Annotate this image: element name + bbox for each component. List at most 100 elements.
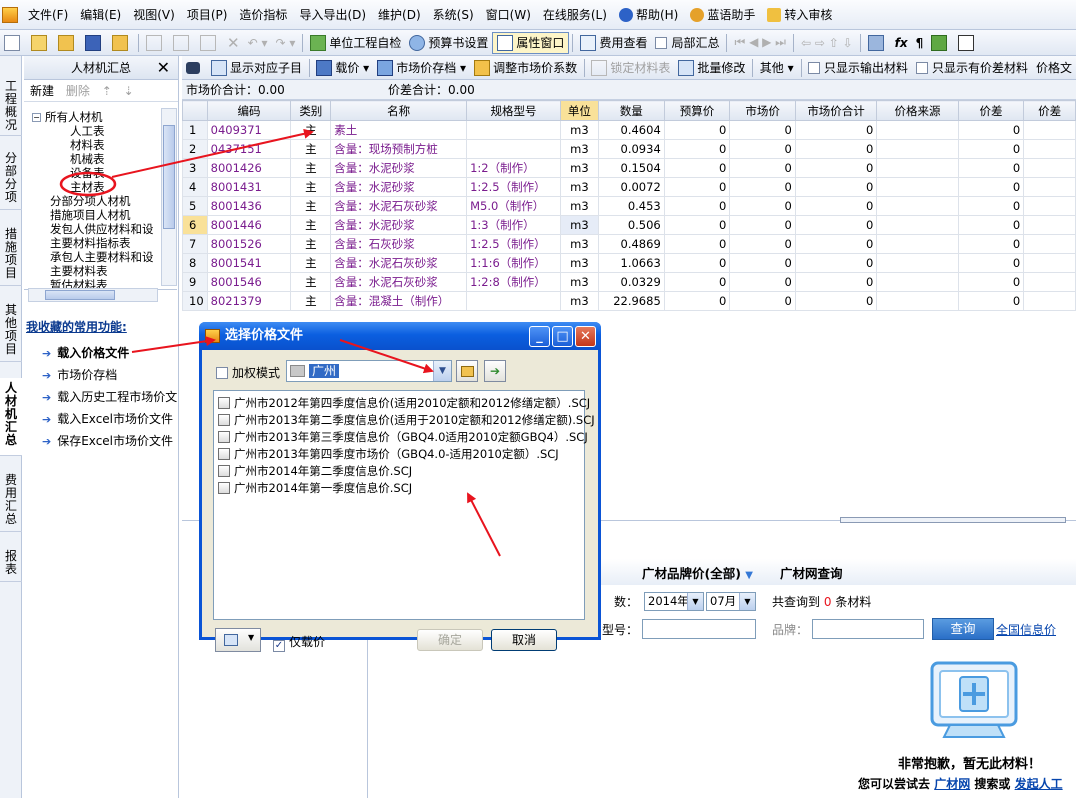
property-window-button[interactable]: 属性窗口 xyxy=(492,31,570,54)
cell-market-price[interactable]: 0 xyxy=(729,215,796,235)
cell-spec[interactable]: 1:2.5（制作） xyxy=(466,177,561,197)
cell-price-diff-2[interactable] xyxy=(1023,177,1076,197)
header-spec[interactable]: 规格型号 xyxy=(466,100,561,121)
undo-button[interactable]: ↶ ▾ xyxy=(244,32,272,54)
cell-code[interactable]: 8001546 xyxy=(206,272,292,292)
cell-price-source[interactable] xyxy=(876,215,959,235)
copy-button[interactable] xyxy=(169,32,196,54)
header-category[interactable]: 类别 xyxy=(290,100,332,121)
cell-price-diff[interactable]: 0 xyxy=(957,253,1025,273)
cell-price-source[interactable] xyxy=(876,120,959,140)
weight-mode-toggle[interactable]: 加权模式 xyxy=(216,364,280,381)
cell-price-diff[interactable]: 0 xyxy=(957,196,1025,216)
chevron-down-icon[interactable]: ▼ xyxy=(433,361,451,381)
path-combo[interactable]: 广州 ▼ xyxy=(286,360,452,382)
brand-input[interactable] xyxy=(812,619,924,639)
cell-quantity[interactable]: 0.453 xyxy=(597,196,665,216)
vtab-fee-summary[interactable]: 费用汇总 xyxy=(0,470,22,532)
fav-load-price-file[interactable]: ➔ 载入价格文件 xyxy=(42,344,129,361)
lock-table-button[interactable]: 锁定材料表 xyxy=(587,57,674,79)
adjust-coef-button[interactable]: 调整市场价系数 xyxy=(470,57,581,79)
year-select[interactable]: 2014年 ▼ xyxy=(644,592,704,611)
cell-price-source[interactable] xyxy=(876,177,959,197)
tree-item-material[interactable]: 材料表 xyxy=(70,138,105,152)
new-file-button[interactable] xyxy=(0,32,27,54)
table-row[interactable]: 8 8001541 主含量：水泥石灰砂浆 1:1:6（制作） m3 1.0663 0 0 0 0 xyxy=(182,253,1076,273)
maximize-button[interactable]: □ xyxy=(552,326,573,347)
show-sub-button[interactable]: 显示对应子目 xyxy=(207,57,306,79)
menu-system[interactable]: 系统(S) xyxy=(427,0,480,30)
tree-vertical-scrollbar[interactable] xyxy=(161,108,177,286)
cell-spec[interactable] xyxy=(466,291,561,311)
cell-quantity[interactable]: 0.0329 xyxy=(597,272,665,292)
cell-spec[interactable]: 1:3（制作） xyxy=(466,215,561,235)
cell-price-source[interactable] xyxy=(876,253,959,273)
folder-button[interactable] xyxy=(108,32,135,54)
cell-market-total[interactable]: 0 xyxy=(794,196,878,216)
view-mode-button[interactable]: ▼ xyxy=(215,628,261,652)
cell-spec[interactable]: 1:2（制作） xyxy=(466,158,561,178)
open-button[interactable] xyxy=(54,32,81,54)
cell-quantity[interactable]: 22.9685 xyxy=(597,291,665,311)
cell-category[interactable]: 主 xyxy=(290,253,332,273)
cell-spec[interactable] xyxy=(466,139,561,159)
menu-assistant[interactable]: 蓝语助手 xyxy=(684,0,761,30)
cell-market-total[interactable]: 0 xyxy=(794,253,878,273)
cell-budget-price[interactable]: 0 xyxy=(663,196,731,216)
tab-brand-query[interactable]: 广材网查询 xyxy=(780,563,843,582)
tree-horizontal-scrollbar[interactable] xyxy=(28,288,158,302)
only-diff-checkbox[interactable] xyxy=(915,61,928,74)
tree-item-labor[interactable]: 人工表 xyxy=(70,124,105,138)
cell-market-total[interactable]: 0 xyxy=(794,139,878,159)
go-button[interactable]: ➔ xyxy=(484,360,506,382)
save-button[interactable] xyxy=(81,32,108,54)
header-price-diff[interactable]: 价差 xyxy=(957,100,1025,121)
only-price-toggle[interactable]: ✓ 仅载价 xyxy=(273,633,325,652)
tree-item-main-material[interactable]: 主材表 xyxy=(70,180,105,194)
vtab-divisions[interactable]: 分部分项 xyxy=(0,148,22,210)
paste-button[interactable] xyxy=(196,32,223,54)
cell-unit[interactable]: m3 xyxy=(559,272,599,292)
fav-market-archive[interactable]: ➔ 市场价存档 xyxy=(42,366,117,383)
cell-market-price[interactable]: 0 xyxy=(729,120,796,140)
cell-budget-price[interactable]: 0 xyxy=(663,272,731,292)
cell-unit[interactable]: m3 xyxy=(559,139,599,159)
header-market-total[interactable]: 市场价合计 xyxy=(794,100,878,121)
table-row[interactable]: 1 0409371 主素土 m3 0.4604 0 0 0 0 xyxy=(182,120,1076,140)
cell-category[interactable]: 主 xyxy=(290,272,332,292)
cell-category[interactable]: 主 xyxy=(290,177,332,197)
cell-unit[interactable]: m3 xyxy=(559,253,599,273)
model-input[interactable] xyxy=(642,619,756,639)
cell-price-diff[interactable]: 0 xyxy=(957,120,1025,140)
cell-quantity[interactable]: 0.506 xyxy=(597,215,665,235)
tab-brand-price[interactable]: 广材品牌价(全部) ▼ xyxy=(642,563,753,582)
file-list[interactable]: 广州市2012年第四季度信息价(适用2010定额和2012修缮定额）.SCJ 广州… xyxy=(213,390,595,620)
cell-market-price[interactable]: 0 xyxy=(729,158,796,178)
scroll-thumb[interactable] xyxy=(45,290,115,300)
cell-price-source[interactable] xyxy=(876,291,959,311)
price-doc-button[interactable]: 价格文 xyxy=(1032,57,1076,79)
menu-view[interactable]: 视图(V) xyxy=(127,0,181,30)
file-item[interactable]: 广州市2013年第二季度信息价(适用于2010定额和2012修缮定额).SCJ xyxy=(218,412,595,428)
collapse-icon[interactable]: − xyxy=(32,113,41,122)
header-quantity[interactable]: 数量 xyxy=(597,100,665,121)
cell-budget-price[interactable]: 0 xyxy=(663,139,731,159)
tree-item-main-materials[interactable]: 主要材料表 xyxy=(50,264,108,278)
tree-item-measures[interactable]: 措施项目人材机 xyxy=(50,208,131,222)
cell-budget-price[interactable]: 0 xyxy=(663,158,731,178)
vtab-labor-material-summary[interactable]: 人材机汇总 xyxy=(0,378,22,456)
tree-item-employer-supply[interactable]: 发包人供应材料和设 xyxy=(50,222,154,236)
cell-spec[interactable]: 1:2.5（制作） xyxy=(466,234,561,254)
sheet-button[interactable] xyxy=(954,32,981,54)
cell-category[interactable]: 主 xyxy=(290,120,332,140)
header-price-source[interactable]: 价格来源 xyxy=(876,100,959,121)
paragraph-button[interactable]: ¶ xyxy=(912,32,928,54)
cell-budget-price[interactable]: 0 xyxy=(663,177,731,197)
cell-spec[interactable] xyxy=(466,120,561,140)
batch-edit-button[interactable]: 批量修改 xyxy=(674,57,749,79)
header-code[interactable]: 编码 xyxy=(206,100,292,121)
cancel-button[interactable]: 取消 xyxy=(491,629,557,651)
cell-market-price[interactable]: 0 xyxy=(729,177,796,197)
redo-button[interactable]: ↷ ▾ xyxy=(271,32,299,54)
cell-price-diff[interactable]: 0 xyxy=(957,139,1025,159)
